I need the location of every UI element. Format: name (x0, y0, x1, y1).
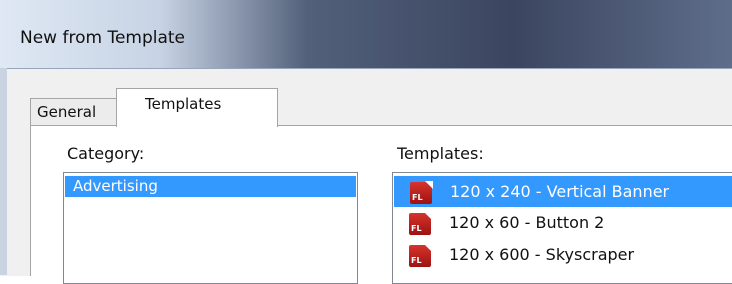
template-item[interactable]: FL 120 x 240 - Vertical Banner (394, 176, 732, 207)
tab-templates[interactable]: Templates (116, 88, 278, 127)
category-item-advertising[interactable]: Advertising (65, 176, 356, 197)
template-item-label: 120 x 60 - Button 2 (449, 213, 605, 232)
template-item-label: 120 x 240 - Vertical Banner (450, 182, 670, 201)
templates-list[interactable]: FL 120 x 240 - Vertical Banner FL 120 x … (392, 172, 732, 284)
category-label: Category: (67, 144, 145, 163)
window-frame-edge (0, 68, 7, 275)
template-item[interactable]: FL 120 x 600 - Skyscraper (393, 239, 732, 271)
title-bar[interactable]: New from Template (0, 0, 732, 68)
fl-file-icon: FL (409, 245, 431, 267)
template-item[interactable]: FL 120 x 60 - Button 2 (393, 207, 732, 239)
templates-panel: Category: Templates: Advertising FL 120 … (30, 125, 732, 284)
tab-general[interactable]: General (30, 98, 120, 126)
fl-file-icon: FL (410, 182, 432, 204)
template-item-label: 120 x 600 - Skyscraper (449, 245, 635, 264)
templates-label: Templates: (397, 144, 484, 163)
window-title: New from Template (20, 28, 186, 48)
fl-file-icon: FL (409, 213, 431, 235)
category-list[interactable]: Advertising (63, 172, 358, 284)
